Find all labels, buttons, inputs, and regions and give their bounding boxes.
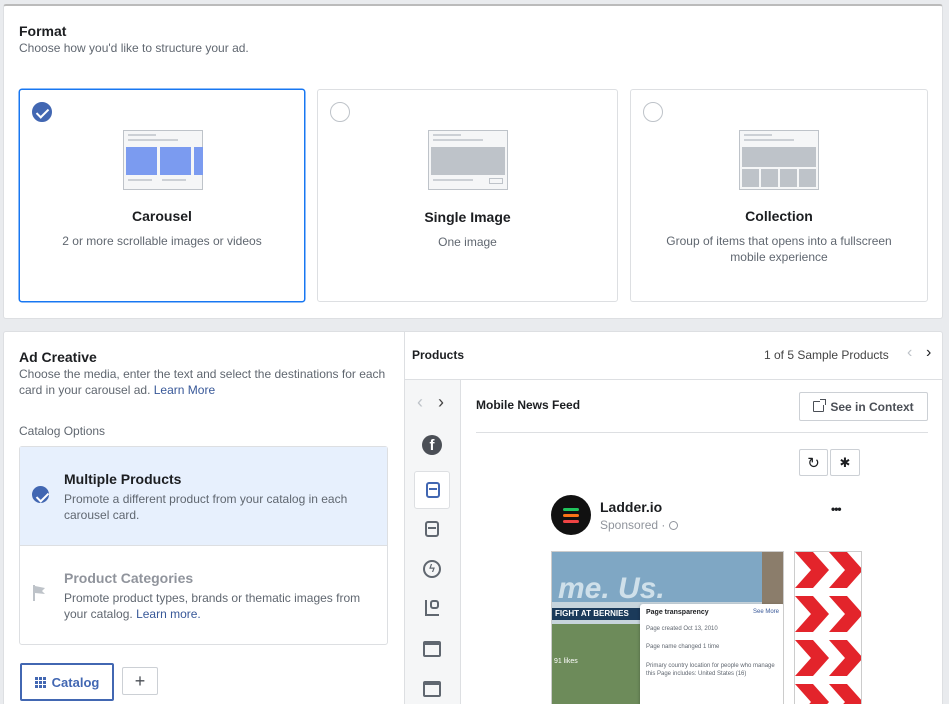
carousel-card[interactable]: me. Us. FIGHT AT BERNIES 91 likes Page t…	[551, 551, 784, 704]
catalog-options-group: Multiple Products Promote a different pr…	[19, 446, 388, 645]
external-link-icon	[813, 399, 827, 412]
option-desc-text: Promote product types, brands or themati…	[64, 591, 361, 621]
more-options-icon[interactable]: •••	[831, 502, 842, 516]
format-option-desc: One image	[438, 235, 497, 249]
ad-creative-title: Ad Creative	[19, 349, 97, 365]
sample-products-count: 1 of 5 Sample Products	[764, 348, 889, 362]
option-desc: Promote a different product from your ca…	[64, 492, 348, 522]
option-title: Multiple Products	[64, 471, 182, 487]
format-option-label: Carousel	[132, 208, 192, 224]
option-title: Product Categories	[64, 570, 194, 586]
format-option-desc: Group of items that opens into a fullscr…	[666, 234, 892, 264]
option-multiple-products[interactable]: Multiple Products Promote a different pr…	[20, 447, 387, 546]
format-subtitle: Choose how you'd like to structure your …	[19, 41, 249, 55]
chevron-pattern-image	[795, 552, 861, 704]
format-option-single-image[interactable]: Single Image One image	[317, 89, 618, 302]
marketplace-icon[interactable]	[423, 641, 441, 657]
see-in-context-button[interactable]: See in Context	[799, 392, 928, 421]
radio-unchecked-icon[interactable]	[330, 102, 350, 122]
collection-thumbnail-icon	[739, 130, 819, 190]
preview-header-divider	[405, 379, 943, 380]
format-option-desc: 2 or more scrollable images or videos	[62, 234, 262, 248]
format-panel: Format Choose how you'd like to structur…	[3, 4, 943, 319]
placement-name: Mobile News Feed	[476, 398, 581, 412]
see-more-link: See More	[752, 609, 779, 615]
catalog-button[interactable]: Catalog	[20, 663, 114, 701]
format-option-carousel[interactable]: Carousel 2 or more scrollable images or …	[19, 89, 305, 302]
learn-more-link[interactable]: Learn more.	[136, 607, 201, 621]
next-placement-chevron-icon[interactable]: ›	[438, 392, 444, 413]
lightning-instant-icon[interactable]: ϟ	[423, 560, 441, 578]
marketplace-icon[interactable]	[423, 681, 441, 697]
page-transparency-card: Page transparency See More Page created …	[640, 604, 783, 704]
carousel-thumbnail-icon	[123, 130, 203, 190]
option-desc: Promote product types, brands or themati…	[64, 590, 373, 622]
format-option-label: Single Image	[424, 209, 511, 225]
radio-unchecked-icon[interactable]	[643, 102, 663, 122]
transparency-title: Page transparency	[646, 609, 709, 616]
format-option-collection[interactable]: Collection Group of items that opens int…	[630, 89, 928, 302]
preview-divider	[476, 432, 928, 433]
ad-creative-desc: Choose the media, enter the text and sel…	[19, 366, 389, 398]
single-image-thumbnail-icon	[428, 130, 508, 190]
desktop-feed-icon[interactable]	[425, 521, 439, 537]
refresh-icon[interactable]: ↻	[799, 449, 828, 476]
add-button[interactable]: +	[122, 667, 158, 695]
card-fight: FIGHT AT BERNIES	[552, 608, 642, 620]
ad-creative-panel: Ad Creative Choose the media, enter the …	[3, 331, 943, 704]
format-option-label: Collection	[745, 208, 813, 224]
prev-placement-chevron-icon[interactable]: ‹	[417, 392, 423, 413]
page-created: Page created Oct 13, 2010	[646, 626, 718, 632]
page-avatar	[551, 495, 591, 535]
flag-icon	[33, 584, 47, 602]
page-name: Ladder.io	[600, 499, 663, 515]
card-likes: 91 likes	[554, 658, 578, 665]
globe-icon	[668, 521, 678, 530]
page-name-changed: Page name changed 1 time	[646, 644, 720, 650]
check-circle-icon	[32, 486, 49, 503]
products-label: Products	[412, 348, 465, 362]
see-in-context-label: See in Context	[830, 399, 914, 414]
catalog-options-label: Catalog Options	[19, 424, 106, 438]
option-product-categories[interactable]: Product Categories Promote product types…	[20, 546, 387, 645]
card-headline: me. Us.	[558, 572, 665, 605]
primary-country: Primary country location for people who …	[646, 663, 775, 677]
radio-checked-icon[interactable]	[32, 102, 52, 122]
grid-icon	[34, 676, 46, 688]
format-title: Format	[19, 23, 67, 39]
prev-product-chevron-icon[interactable]: ‹	[907, 344, 912, 362]
right-column-icon[interactable]	[425, 600, 439, 616]
carousel-card[interactable]	[794, 551, 862, 704]
sponsored-label: Sponsored ·	[600, 518, 678, 532]
facebook-icon[interactable]: f	[422, 435, 442, 455]
sponsored-text: Sponsored ·	[600, 518, 666, 532]
learn-more-link[interactable]: Learn More	[154, 383, 215, 397]
phone-feed-icon	[426, 482, 440, 498]
next-product-chevron-icon[interactable]: ›	[926, 344, 931, 362]
placement-mobile-feed[interactable]	[414, 471, 450, 509]
catalog-button-label: Catalog	[51, 674, 100, 690]
bug-report-icon[interactable]: ✱	[830, 449, 860, 476]
